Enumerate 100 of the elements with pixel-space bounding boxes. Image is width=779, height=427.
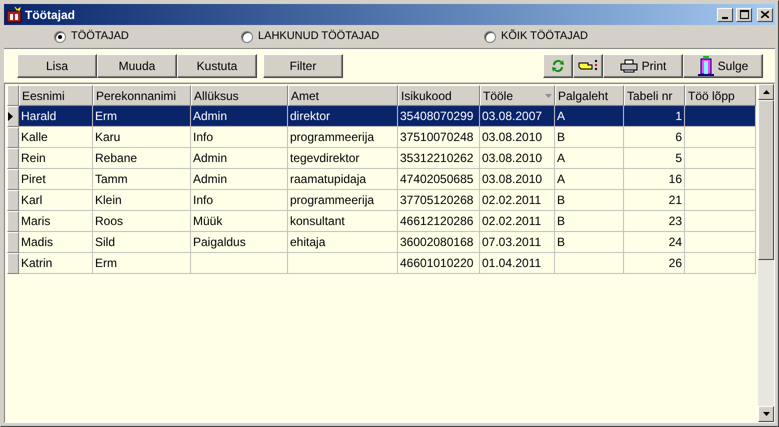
table-cell: Roos (93, 211, 191, 232)
toolbar-button[interactable]: Sulge (683, 54, 763, 78)
column-header[interactable]: Palgaleht (555, 85, 624, 106)
table-cell: 02.02.2011 (480, 211, 555, 232)
table-row[interactable]: Katrin Erm 46601010220 01.04.2011 26 (7, 253, 756, 274)
maximize-icon (740, 10, 748, 19)
table-cell: Madis (19, 232, 93, 253)
table-cell: Info (191, 190, 288, 211)
radio-button[interactable] (484, 30, 496, 42)
table-cell: direktor (288, 106, 398, 127)
table-cell (685, 106, 756, 127)
table-row[interactable]: Harald Erm Admin direktor 35408070299 03.08.2007 A 1 (7, 106, 756, 127)
column-header[interactable]: Perekonnanimi (93, 85, 191, 106)
table-cell: Kalle (19, 127, 93, 148)
table-cell (555, 253, 624, 274)
column-header[interactable]: Eesnimi (19, 85, 93, 106)
table-cell: Sild (93, 232, 191, 253)
table-cell: 37705120268 (398, 190, 480, 211)
radio-button[interactable] (241, 30, 253, 42)
close-icon (761, 11, 769, 18)
table-cell: Karu (93, 127, 191, 148)
row-header[interactable] (7, 106, 19, 127)
table-cell: Karl (19, 190, 93, 211)
column-header[interactable]: Isikukood (398, 85, 480, 106)
table-cell: 03.08.2007 (480, 106, 555, 127)
radio-label[interactable]: TÖÖTAJAD (71, 28, 129, 45)
table-cell: A (555, 106, 624, 127)
table-cell: 37510070248 (398, 127, 480, 148)
app-icon (6, 6, 22, 22)
table-cell: 47402050685 (398, 169, 480, 190)
table-row[interactable]: Madis Sild Paigaldus ehitaja 36002080168 07.03.2011 B 24 (7, 232, 756, 253)
radio-label[interactable]: LAHKUNUD TÖÖTAJAD (258, 28, 380, 45)
table-cell: ehitaja (288, 232, 398, 253)
door-exit-icon (698, 56, 714, 76)
table-cell: 21 (624, 190, 685, 211)
table-cell: B (555, 127, 624, 148)
toolbar-button[interactable]: Lisa (17, 54, 97, 78)
vertical-scrollbar[interactable] (758, 84, 774, 422)
table-cell: 6 (624, 127, 685, 148)
table-cell: B (555, 190, 624, 211)
radio-label[interactable]: KÕIK TÖÖTAJAD (501, 28, 588, 45)
table-cell: Admin (191, 106, 288, 127)
window-title: Töötajad (25, 6, 76, 24)
table-cell: 03.08.2010 (480, 148, 555, 169)
scroll-up-icon[interactable] (762, 90, 770, 94)
table-cell: Katrin (19, 253, 93, 274)
table-cell: programmeerija (288, 190, 398, 211)
radio-button[interactable] (54, 30, 66, 42)
toolbar-button[interactable] (573, 54, 603, 78)
table-cell (685, 190, 756, 211)
table-row[interactable]: Piret Tamm Admin raamatupidaja 47402050685 03.08.2010 A 16 (7, 169, 756, 190)
close-button[interactable] (757, 8, 773, 22)
table-cell: 46612120286 (398, 211, 480, 232)
table-cell: 35408070299 (398, 106, 480, 127)
table-cell: programmeerija (288, 127, 398, 148)
table-cell: tegevdirektor (288, 148, 398, 169)
column-header[interactable]: Töö lõpp (685, 85, 756, 106)
table-cell: Rein (19, 148, 93, 169)
table-cell: 01.04.2011 (480, 253, 555, 274)
table-cell (685, 232, 756, 253)
toolbar-button[interactable]: Kustuta (177, 54, 257, 78)
table-cell: 35312210262 (398, 148, 480, 169)
table-row[interactable]: Kalle Karu Info programmeerija 37510070248 03.08.2010 B 6 (7, 127, 756, 148)
table-row[interactable]: Rein Rebane Admin tegevdirektor 35312210262 03.08.2010 A 5 (7, 148, 756, 169)
toolbar-button[interactable]: Filter (263, 54, 343, 78)
toolbar-button[interactable] (543, 54, 573, 78)
printer-icon (620, 59, 638, 73)
scroll-down-icon[interactable] (762, 412, 770, 416)
toolbar-button[interactable]: Muuda (97, 54, 177, 78)
maximize-button[interactable] (736, 8, 752, 22)
table-cell: Admin (191, 148, 288, 169)
current-row-icon (8, 112, 13, 121)
table-cell: Harald (19, 106, 93, 127)
table-cell: 23 (624, 211, 685, 232)
table-cell: A (555, 169, 624, 190)
toolbar-button[interactable]: Print (603, 54, 683, 78)
column-header[interactable]: Allüksus (191, 85, 288, 106)
column-header[interactable]: Tabeli nr (624, 85, 685, 106)
table-cell: 46601010220 (398, 253, 480, 274)
table-cell: raamatupidaja (288, 169, 398, 190)
table-cell (685, 253, 756, 274)
minimize-button[interactable] (717, 8, 733, 22)
table-cell (685, 127, 756, 148)
table-cell: Info (191, 127, 288, 148)
table-cell: 26 (624, 253, 685, 274)
table-cell: 07.03.2011 (480, 232, 555, 253)
table-cell (685, 148, 756, 169)
table-row[interactable]: Maris Roos Müük konsultant 46612120286 02.02.2011 B 23 (7, 211, 756, 232)
table-cell: 24 (624, 232, 685, 253)
table-cell: Erm (93, 106, 191, 127)
table-cell: 02.02.2011 (480, 190, 555, 211)
table-cell: B (555, 211, 624, 232)
column-header[interactable]: Amet (288, 85, 398, 106)
table-row[interactable]: Karl Klein Info programmeerija 37705120268 02.02.2011 B 21 (7, 190, 756, 211)
table-cell: 03.08.2010 (480, 169, 555, 190)
table-cell (685, 211, 756, 232)
table-cell: Piret (19, 169, 93, 190)
column-header[interactable]: Tööle (480, 85, 555, 106)
table-cell: konsultant (288, 211, 398, 232)
table-cell: Paigaldus (191, 232, 288, 253)
